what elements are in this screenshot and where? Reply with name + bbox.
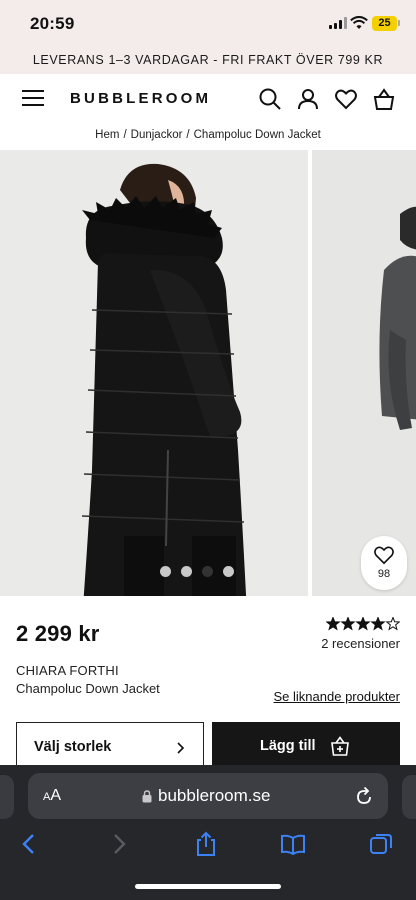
- product-image-main[interactable]: [0, 150, 308, 596]
- star-filled-icon: [370, 615, 386, 631]
- rating-stars[interactable]: [325, 615, 401, 636]
- status-bar: 20:59 25: [0, 0, 416, 48]
- menu-icon[interactable]: [22, 90, 44, 107]
- star-filled-icon: [340, 615, 356, 631]
- status-time: 20:59: [30, 14, 75, 33]
- home-indicator: [135, 884, 281, 889]
- tabs-icon[interactable]: [368, 831, 394, 857]
- site-logo[interactable]: BUBBLEROOM: [70, 90, 211, 107]
- heart-outline-icon: [374, 546, 394, 565]
- model-in-grey-jacket-image: [312, 150, 416, 596]
- favorite-button[interactable]: 98: [361, 536, 407, 590]
- lock-icon: [142, 790, 152, 803]
- bookmarks-icon[interactable]: [280, 831, 306, 857]
- select-size-label: Välj storlek: [34, 739, 112, 755]
- battery-tip: [398, 20, 400, 26]
- address-bar[interactable]: AA bubbleroom.se: [28, 773, 388, 819]
- url-text[interactable]: bubbleroom.se: [158, 786, 270, 806]
- star-rating-icon: [325, 615, 401, 631]
- carousel-dot-active[interactable]: [202, 566, 213, 577]
- product-gallery[interactable]: [0, 150, 416, 596]
- forward-icon[interactable]: [106, 831, 132, 857]
- similar-products-link[interactable]: Se liknande produkter: [230, 689, 400, 704]
- breadcrumb-item-current[interactable]: Champoluc Down Jacket: [194, 129, 321, 141]
- share-icon[interactable]: [193, 831, 219, 857]
- previous-tab-peek[interactable]: [0, 775, 14, 819]
- account-icon[interactable]: [296, 87, 320, 111]
- chevron-right-icon: [177, 742, 185, 754]
- reload-icon[interactable]: [355, 786, 373, 806]
- promo-banner[interactable]: LEVERANS 1–3 VARDAGAR - FRI FRAKT ÖVER 7…: [0, 48, 416, 74]
- carousel-dot[interactable]: [160, 566, 171, 577]
- favorite-count: 98: [377, 568, 391, 580]
- breadcrumb-item-dunjackor[interactable]: Dunjackor: [131, 129, 183, 141]
- carousel-dot[interactable]: [223, 566, 234, 577]
- product-brand[interactable]: CHIARA FORTHI: [16, 663, 119, 678]
- star-filled-icon: [355, 615, 371, 631]
- add-to-cart-label: Lägg till: [260, 738, 316, 754]
- star-filled-icon: [325, 615, 341, 631]
- review-count-link[interactable]: 2 recensioner: [300, 636, 400, 651]
- breadcrumb-separator: /: [123, 129, 127, 141]
- heart-icon[interactable]: [334, 87, 358, 111]
- breadcrumb: Hem / Dunjackor / Champoluc Down Jacket: [0, 124, 416, 150]
- wifi-icon: [350, 16, 368, 29]
- carousel-dot[interactable]: [181, 566, 192, 577]
- back-icon[interactable]: [16, 831, 42, 857]
- bag-icon[interactable]: [372, 87, 396, 111]
- battery-icon: 25: [372, 16, 397, 31]
- bag-plus-icon: [331, 736, 349, 756]
- next-tab-peek[interactable]: [402, 775, 416, 819]
- cellular-signal-icon: [329, 17, 347, 29]
- search-icon[interactable]: [258, 87, 282, 111]
- star-empty-icon: [385, 615, 401, 631]
- breadcrumb-separator: /: [186, 129, 190, 141]
- product-name: Champoluc Down Jacket: [16, 681, 160, 696]
- text-size-button[interactable]: AA: [43, 787, 61, 805]
- product-image-next[interactable]: [312, 150, 416, 596]
- product-price: 2 299 kr: [16, 621, 100, 646]
- model-in-black-down-jacket-image: [0, 150, 308, 596]
- breadcrumb-item-hem[interactable]: Hem: [95, 129, 119, 141]
- site-header: BUBBLEROOM: [0, 74, 416, 124]
